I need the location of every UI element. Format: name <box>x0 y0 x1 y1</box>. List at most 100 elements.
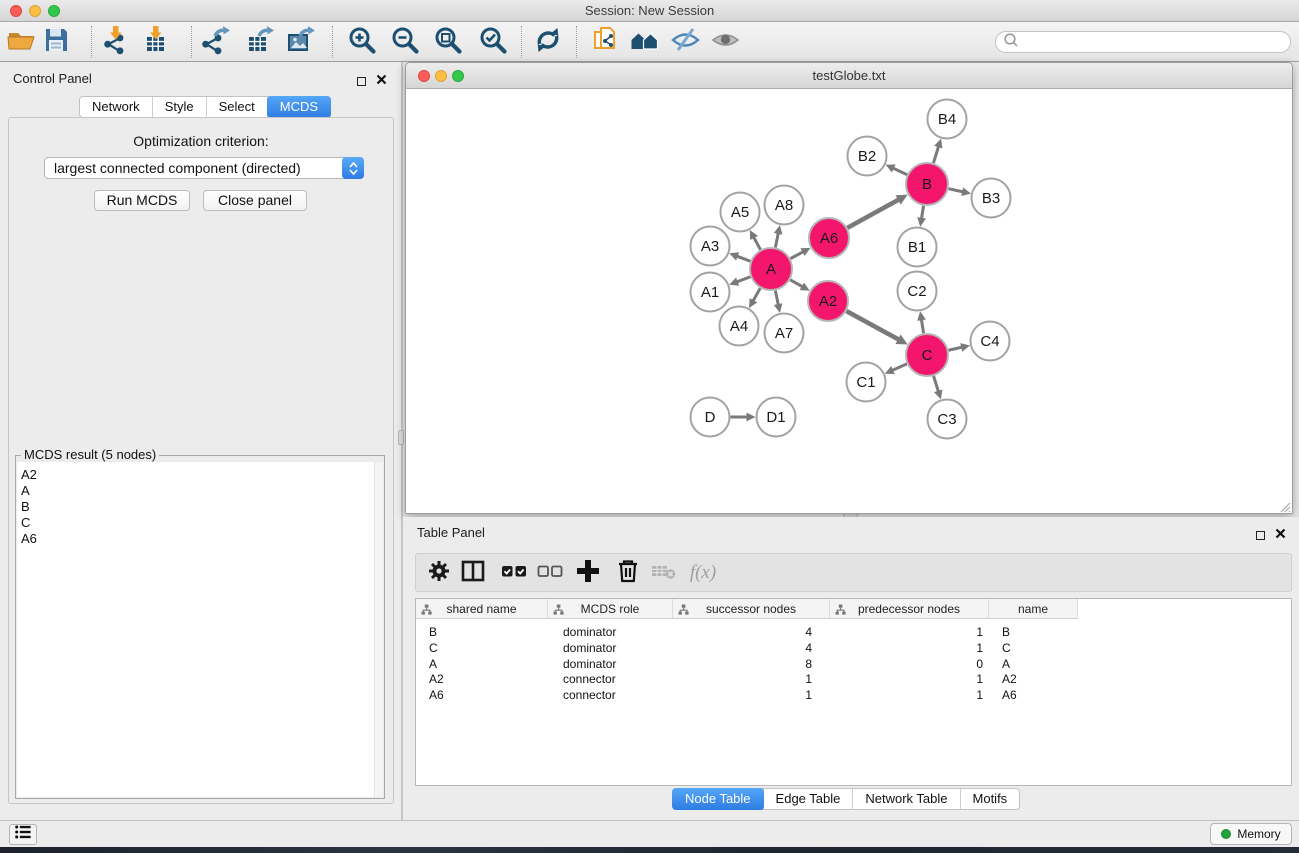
tab-node-table[interactable]: Node Table <box>672 788 765 810</box>
graph-node-A5[interactable]: A5 <box>721 193 760 232</box>
resize-grip[interactable] <box>1279 500 1291 512</box>
refresh-layout-button[interactable] <box>533 27 563 57</box>
first-neighbors-button[interactable] <box>630 27 660 57</box>
graph-node-C1[interactable]: C1 <box>847 363 886 402</box>
close-panel-icon[interactable] <box>376 72 387 90</box>
column-header[interactable]: MCDS role <box>548 599 673 619</box>
tab-motifs[interactable]: Motifs <box>961 789 1020 809</box>
tab-network-table[interactable]: Network Table <box>853 789 960 809</box>
split-handle-vertical[interactable] <box>398 430 404 445</box>
column-header[interactable]: predecessor nodes <box>830 599 989 619</box>
table-cell[interactable]: B <box>416 624 548 640</box>
zoom-fit-button[interactable] <box>433 27 463 57</box>
graph-edge-A-A4[interactable] <box>749 288 760 308</box>
graph-edge-A-A8[interactable] <box>774 225 783 247</box>
graph-node-C[interactable]: C <box>906 334 948 376</box>
graph-node-D[interactable]: D <box>691 398 730 437</box>
table-cell[interactable]: connector <box>548 687 673 703</box>
zoom-out-button[interactable] <box>390 27 420 57</box>
table-cell[interactable]: 1 <box>673 671 830 687</box>
graph-node-A1[interactable]: A1 <box>691 273 730 312</box>
table-cell[interactable]: 1 <box>673 687 830 703</box>
close-panel-button[interactable]: Close panel <box>203 190 307 211</box>
import-network-button[interactable] <box>103 27 133 57</box>
graph-node-A3[interactable]: A3 <box>691 227 730 266</box>
table-cell[interactable]: A2 <box>416 671 548 687</box>
graph-edge-A-A6[interactable] <box>790 248 810 259</box>
table-cell[interactable]: A <box>989 656 1078 672</box>
graph-edge-C-C1[interactable] <box>885 364 907 374</box>
network-close-button[interactable] <box>418 70 430 82</box>
function-builder-button[interactable]: f(x) <box>688 558 718 588</box>
graph-node-B[interactable]: B <box>906 163 948 205</box>
zoom-in-button[interactable] <box>347 27 377 57</box>
graph-edge-A6-B[interactable] <box>847 195 907 228</box>
delete-table-button[interactable] <box>649 558 679 588</box>
column-header[interactable]: name <box>989 599 1078 619</box>
tab-mcds[interactable]: MCDS <box>267 96 331 118</box>
graph-node-A6[interactable]: A6 <box>809 218 849 258</box>
run-mcds-button[interactable]: Run MCDS <box>94 190 190 211</box>
select-all-button[interactable] <box>499 558 529 588</box>
column-view-button[interactable] <box>458 558 488 588</box>
export-network-button[interactable] <box>201 27 231 57</box>
table-cell[interactable]: dominator <box>548 640 673 656</box>
search-input[interactable] <box>1020 34 1290 50</box>
close-table-panel-icon[interactable] <box>1275 526 1286 544</box>
network-canvas[interactable]: B4B2BB3A8A5A6A3B1AA1C2A2A4A7C4CC1C3DD1 <box>406 89 1292 513</box>
table-cell[interactable]: dominator <box>548 656 673 672</box>
table-cell[interactable]: C <box>416 640 548 656</box>
graph-edge-B-B3[interactable] <box>948 187 970 196</box>
column-header[interactable]: shared name <box>416 599 548 619</box>
mcds-result-item[interactable]: A <box>17 483 383 499</box>
export-table-button[interactable] <box>245 27 275 57</box>
memory-button[interactable]: Memory <box>1210 823 1292 845</box>
graph-edge-A-A5[interactable] <box>750 230 761 250</box>
table-cell[interactable]: A6 <box>989 687 1078 703</box>
tab-edge-table[interactable]: Edge Table <box>764 789 854 809</box>
graph-node-B3[interactable]: B3 <box>972 179 1011 218</box>
add-column-button[interactable] <box>573 558 603 588</box>
app-minimize-button[interactable] <box>29 5 41 17</box>
graph-node-A7[interactable]: A7 <box>765 314 804 353</box>
open-file-button[interactable] <box>6 27 36 57</box>
table-cell[interactable]: 1 <box>830 624 989 640</box>
graph-edge-A-A1[interactable] <box>729 277 750 286</box>
graph-edge-A-A7[interactable] <box>774 291 783 313</box>
table-cell[interactable]: dominator <box>548 624 673 640</box>
graph-edge-B-B1[interactable] <box>917 206 926 227</box>
new-network-from-selection-button[interactable] <box>590 27 620 57</box>
table-cell[interactable]: B <box>989 624 1078 640</box>
table-cell[interactable]: A <box>416 656 548 672</box>
column-header[interactable]: successor nodes <box>673 599 830 619</box>
tab-style[interactable]: Style <box>153 97 207 117</box>
table-cell[interactable]: 1 <box>830 640 989 656</box>
tab-network[interactable]: Network <box>80 97 153 117</box>
scrollbar-track[interactable] <box>374 462 383 797</box>
float-panel-button[interactable] <box>357 77 366 86</box>
hide-selected-button[interactable] <box>670 27 700 57</box>
mcds-result-item[interactable]: B <box>17 499 383 515</box>
app-zoom-button[interactable] <box>48 5 60 17</box>
graph-node-C4[interactable]: C4 <box>971 322 1010 361</box>
mcds-result-item[interactable]: A6 <box>17 531 383 547</box>
table-cell[interactable]: A6 <box>416 687 548 703</box>
graph-edge-B-B2[interactable] <box>886 164 907 174</box>
float-table-panel-button[interactable] <box>1256 531 1265 540</box>
mcds-result-item[interactable]: C <box>17 515 383 531</box>
graph-node-C3[interactable]: C3 <box>928 400 967 439</box>
tab-select[interactable]: Select <box>207 97 268 117</box>
table-cell[interactable]: C <box>989 640 1078 656</box>
graph-node-C2[interactable]: C2 <box>898 272 937 311</box>
table-cell[interactable]: 4 <box>673 640 830 656</box>
table-cell[interactable]: 4 <box>673 624 830 640</box>
graph-node-B2[interactable]: B2 <box>848 137 887 176</box>
zoom-selected-button[interactable] <box>478 27 508 57</box>
graph-edge-A2-C[interactable] <box>846 311 907 344</box>
mcds-result-item[interactable]: A2 <box>17 462 383 483</box>
graph-node-A8[interactable]: A8 <box>765 186 804 225</box>
network-minimize-button[interactable] <box>435 70 447 82</box>
network-zoom-button[interactable] <box>452 70 464 82</box>
graph-node-B4[interactable]: B4 <box>928 100 967 139</box>
delete-column-button[interactable] <box>613 558 643 588</box>
